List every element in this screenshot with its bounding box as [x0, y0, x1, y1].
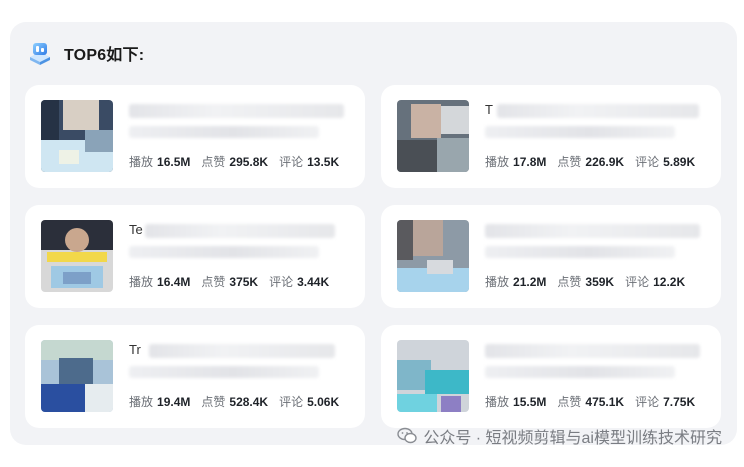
- likes-value: 226.9K: [585, 155, 625, 169]
- video-card[interactable]: 播放 15.5M 点赞 475.1K 评论 7.75K: [381, 325, 721, 428]
- comments-label: 评论: [269, 275, 294, 289]
- likes-value: 295.8K: [229, 155, 269, 169]
- video-thumbnail[interactable]: [397, 100, 469, 172]
- plays-label: 播放: [485, 395, 510, 409]
- truncated-top-text: [14, 0, 434, 5]
- video-title-blurred: [485, 224, 700, 238]
- plays-value: 17.8M: [513, 155, 547, 169]
- comments-label: 评论: [625, 275, 650, 289]
- plays-label: 播放: [129, 275, 154, 289]
- section-title: TOP6如下:: [64, 47, 145, 64]
- video-title-blurred: [497, 104, 699, 118]
- video-stats: 播放 17.8M 点赞 226.9K 评论 5.89K: [485, 153, 695, 170]
- video-thumbnail[interactable]: [41, 100, 113, 172]
- video-thumbnail[interactable]: [41, 220, 113, 292]
- comments-label: 评论: [279, 155, 304, 169]
- comments-value: 5.06K: [307, 395, 340, 409]
- plays-value: 19.4M: [157, 395, 191, 409]
- plays-value: 21.2M: [513, 275, 547, 289]
- video-card[interactable]: 播放 16.5M 点赞 295.8K 评论 13.5K: [25, 85, 365, 188]
- video-thumbnail[interactable]: [397, 220, 469, 292]
- video-subtitle-blurred: [129, 246, 319, 258]
- likes-value: 375K: [229, 275, 259, 289]
- video-title-prefix: Tr: [129, 342, 141, 357]
- likes-label: 点赞: [557, 395, 582, 409]
- video-title-prefix: Te: [129, 222, 143, 237]
- comments-label: 评论: [635, 155, 660, 169]
- likes-label: 点赞: [557, 155, 582, 169]
- likes-label: 点赞: [201, 155, 226, 169]
- video-thumbnail[interactable]: [41, 340, 113, 412]
- watermark-footer: 公众号 · 短视频剪辑与ai模型训练技术研究: [397, 424, 722, 448]
- section-header: TOP6如下:: [26, 39, 144, 67]
- likes-value: 475.1K: [585, 395, 625, 409]
- video-card[interactable]: Tr 播放 19.4M 点赞 528.4K 评论 5.06K: [25, 325, 365, 428]
- likes-label: 点赞: [201, 395, 226, 409]
- likes-value: 528.4K: [229, 395, 269, 409]
- plays-label: 播放: [129, 155, 154, 169]
- comments-value: 13.5K: [307, 155, 340, 169]
- video-subtitle-blurred: [129, 126, 319, 138]
- video-subtitle-blurred: [485, 126, 675, 138]
- likes-label: 点赞: [557, 275, 582, 289]
- watermark-text: 公众号 · 短视频剪辑与ai模型训练技术研究: [423, 430, 722, 447]
- wechat-icon: [397, 427, 418, 444]
- video-thumbnail[interactable]: [397, 340, 469, 412]
- likes-value: 359K: [585, 275, 615, 289]
- video-title-blurred: [485, 344, 700, 358]
- plays-label: 播放: [485, 275, 510, 289]
- video-subtitle-blurred: [485, 366, 675, 378]
- video-subtitle-blurred: [485, 246, 675, 258]
- plays-label: 播放: [485, 155, 510, 169]
- video-stats: 播放 21.2M 点赞 359K 评论 12.2K: [485, 273, 685, 290]
- video-stats: 播放 19.4M 点赞 528.4K 评论 5.06K: [129, 393, 339, 410]
- video-stats: 播放 15.5M 点赞 475.1K 评论 7.75K: [485, 393, 695, 410]
- plays-value: 15.5M: [513, 395, 547, 409]
- video-title-prefix: T: [485, 102, 493, 117]
- comments-value: 3.44K: [297, 275, 330, 289]
- plays-label: 播放: [129, 395, 154, 409]
- video-title-blurred: [145, 224, 335, 238]
- plays-value: 16.4M: [157, 275, 191, 289]
- comments-value: 12.2K: [653, 275, 686, 289]
- likes-label: 点赞: [201, 275, 226, 289]
- video-card[interactable]: T 播放 17.8M 点赞 226.9K 评论 5.89K: [381, 85, 721, 188]
- video-card[interactable]: Te 播放 16.4M 点赞 375K 评论 3.44K: [25, 205, 365, 308]
- video-stats: 播放 16.4M 点赞 375K 评论 3.44K: [129, 273, 329, 290]
- video-title-blurred: [149, 344, 335, 358]
- comments-label: 评论: [635, 395, 660, 409]
- comments-value: 7.75K: [663, 395, 696, 409]
- comments-label: 评论: [279, 395, 304, 409]
- plays-value: 16.5M: [157, 155, 191, 169]
- trophy-box-icon: [30, 43, 50, 65]
- video-title-blurred: [129, 104, 344, 118]
- video-subtitle-blurred: [129, 366, 319, 378]
- video-card[interactable]: 播放 21.2M 点赞 359K 评论 12.2K: [381, 205, 721, 308]
- comments-value: 5.89K: [663, 155, 696, 169]
- video-stats: 播放 16.5M 点赞 295.8K 评论 13.5K: [129, 153, 339, 170]
